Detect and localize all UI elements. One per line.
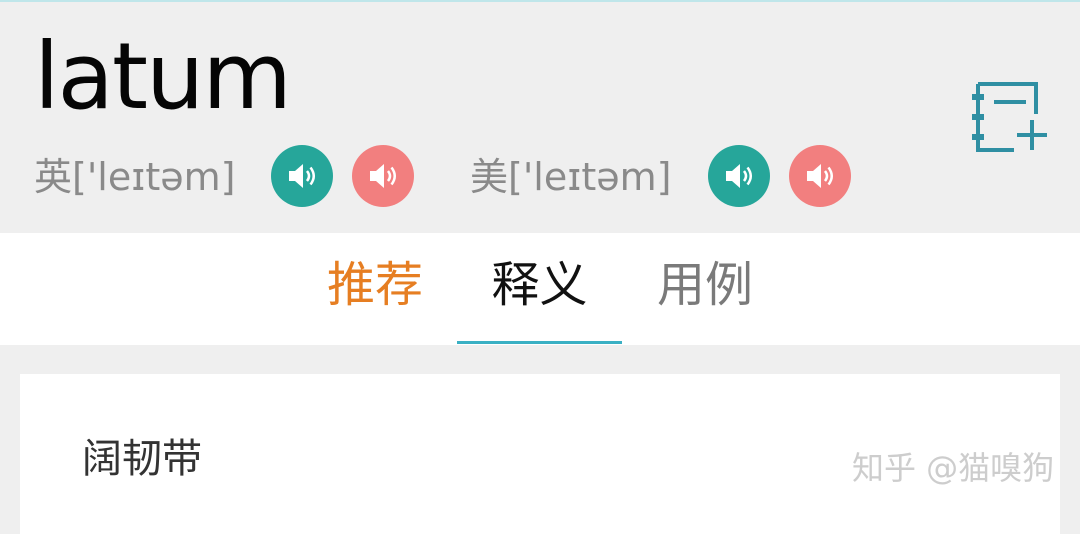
- tab-definition[interactable]: 释义: [457, 255, 622, 315]
- word-header: latum 英['leɪtəm] 美['leɪtəm]: [0, 0, 1080, 233]
- watermark: 知乎 @猫嗅狗: [852, 449, 1055, 487]
- us-play-button-secondary[interactable]: [789, 145, 851, 207]
- top-divider: [0, 0, 1080, 2]
- uk-play-button-primary[interactable]: [271, 145, 333, 207]
- speaker-icon: [726, 164, 752, 188]
- tab-examples[interactable]: 用例: [630, 255, 780, 315]
- us-play-button-primary[interactable]: [708, 145, 770, 207]
- add-to-notebook-button[interactable]: [966, 78, 1052, 158]
- pronunciation-us-ipa: ['leɪtəm]: [508, 155, 672, 199]
- speaker-icon: [370, 164, 396, 188]
- tab-bar: 推荐 释义 用例: [0, 233, 1080, 345]
- pronunciation-uk-region: 英: [34, 155, 73, 199]
- definition-text: 阔韧带: [82, 436, 202, 482]
- notebook-add-icon: [972, 82, 1047, 152]
- headword: latum: [34, 23, 292, 130]
- pronunciation-us-region: 美: [470, 155, 509, 199]
- pronunciation-us: 美['leɪtəm]: [470, 153, 671, 201]
- uk-play-button-secondary[interactable]: [352, 145, 414, 207]
- speaker-icon: [807, 164, 833, 188]
- pronunciation-uk-ipa: ['leɪtəm]: [72, 155, 236, 199]
- pronunciation-row: 英['leɪtəm] 美['leɪtəm]: [0, 145, 1080, 209]
- pronunciation-uk: 英['leɪtəm]: [34, 153, 235, 201]
- speaker-icon: [289, 164, 315, 188]
- tab-recommend[interactable]: 推荐: [300, 255, 450, 315]
- tab-active-indicator: [457, 341, 622, 344]
